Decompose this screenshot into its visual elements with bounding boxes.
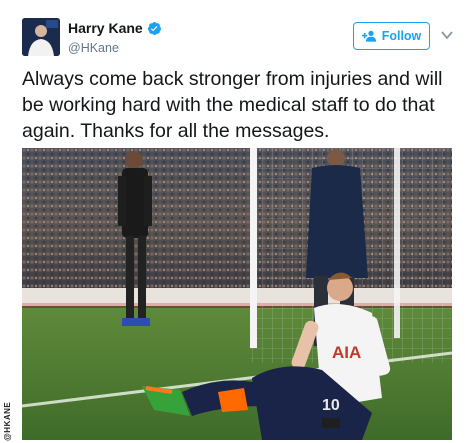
add-user-icon <box>361 30 376 42</box>
avatar-image <box>22 18 60 56</box>
follow-label: Follow <box>381 29 422 43</box>
follow-button[interactable]: Follow <box>353 22 430 50</box>
shorts-number: 10 <box>322 397 340 414</box>
user-info: Harry Kane @HKane <box>68 20 162 55</box>
verified-badge-icon <box>147 21 161 35</box>
display-name[interactable]: Harry Kane <box>68 20 162 36</box>
chevron-down-icon[interactable] <box>441 30 453 40</box>
shirt-text: AIA <box>332 343 361 362</box>
photo-image: AIA 10 <box>22 148 452 440</box>
user-handle[interactable]: @HKane <box>68 41 162 55</box>
avatar[interactable] <box>22 18 60 56</box>
photo-credit: @HKANE <box>3 401 12 441</box>
tweet-card: Harry Kane @HKane Follow Always come bac… <box>0 0 474 443</box>
display-name-text[interactable]: Harry Kane <box>68 20 143 36</box>
tweet-text: Always come back stronger from injuries … <box>22 68 443 142</box>
tweet-photo[interactable]: AIA 10 <box>22 148 452 440</box>
